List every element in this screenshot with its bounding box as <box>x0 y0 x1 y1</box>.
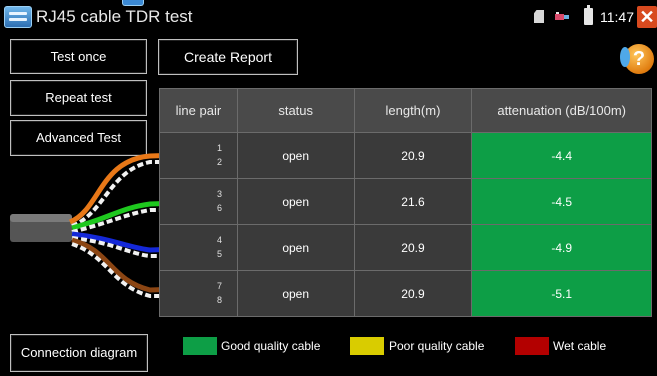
header-status: status <box>236 88 355 133</box>
attenuation-cell: -5.1 <box>471 270 652 317</box>
legend-label-poor: Poor quality cable <box>389 339 485 353</box>
test-once-button[interactable]: Test once <box>10 39 147 74</box>
table-row: 12 open 20.9 -4.4 <box>159 132 652 179</box>
length-cell: 20.9 <box>353 270 473 317</box>
title-bar: RJ45 cable TDR test 11:47 AM ✕ <box>0 0 657 34</box>
legend-label-good: Good quality cable <box>221 339 321 353</box>
length-cell: 21.6 <box>353 178 473 225</box>
legend-swatch-poor <box>350 337 384 355</box>
pair-number: 4 <box>217 235 223 245</box>
header-line-pair: line pair <box>159 88 238 133</box>
attenuation-cell: -4.9 <box>471 224 652 271</box>
repeat-test-button[interactable]: Repeat test <box>10 80 147 116</box>
tdr-results-table: line pair status length(m) attenuation (… <box>159 88 652 317</box>
usb-icon <box>555 12 569 20</box>
legend-swatch-wet <box>515 337 549 355</box>
table-row: 78 open 20.9 -5.1 <box>159 270 652 317</box>
status-cell: open <box>236 132 355 179</box>
table-row: 36 open 21.6 -4.5 <box>159 178 652 225</box>
pair-number: 3 <box>217 189 223 199</box>
length-cell: 20.9 <box>353 224 473 271</box>
attenuation-cell: -4.5 <box>471 178 652 225</box>
line-pair-cell: 45 <box>159 224 238 271</box>
window-title: RJ45 cable TDR test <box>36 7 193 26</box>
status-cell: open <box>236 270 355 317</box>
pair-number: 6 <box>217 203 223 213</box>
help-icon[interactable]: ? <box>620 44 654 74</box>
battery-icon <box>584 5 593 25</box>
line-pair-cell: 36 <box>159 178 238 225</box>
legend-swatch-good <box>183 337 217 355</box>
close-icon[interactable]: ✕ <box>637 6 657 28</box>
header-attenuation: attenuation (dB/100m) <box>471 88 652 133</box>
length-cell: 20.9 <box>353 132 473 179</box>
attenuation-cell: -4.4 <box>471 132 652 179</box>
app-icon-tab <box>122 0 144 6</box>
line-pair-cell: 12 <box>159 132 238 179</box>
status-cell: open <box>236 178 355 225</box>
pair-number: 2 <box>217 157 223 167</box>
sd-card-icon <box>534 10 544 23</box>
pair-number: 1 <box>217 143 223 153</box>
header-length: length(m) <box>353 88 473 133</box>
pair-number: 5 <box>217 249 223 259</box>
legend-label-wet: Wet cable <box>553 339 607 353</box>
connection-diagram-button[interactable]: Connection diagram <box>10 334 148 372</box>
create-report-button[interactable]: Create Report <box>158 39 298 75</box>
app-icon <box>4 6 32 28</box>
table-row: 45 open 20.9 -4.9 <box>159 224 652 271</box>
line-pair-cell: 78 <box>159 270 238 317</box>
status-cell: open <box>236 224 355 271</box>
pair-number: 7 <box>217 281 223 291</box>
pair-number: 8 <box>217 295 223 305</box>
